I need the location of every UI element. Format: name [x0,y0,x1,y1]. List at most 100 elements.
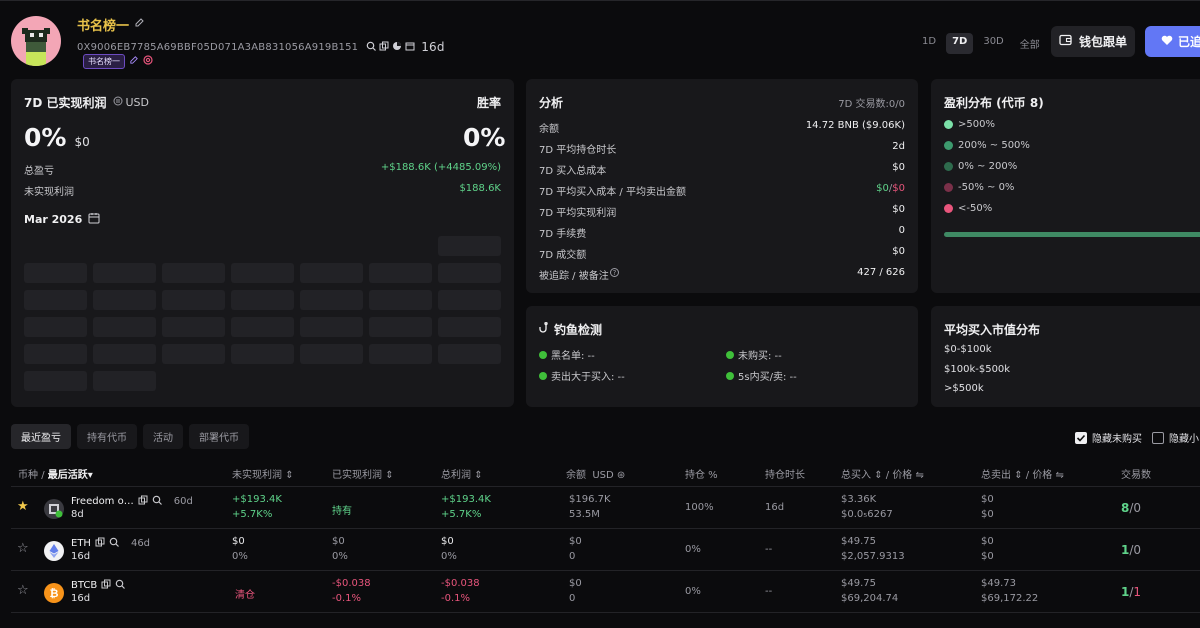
help-icon[interactable]: ? [610,268,619,277]
calendar-day-cell[interactable] [24,317,87,337]
currency-toggle[interactable]: USD [113,96,149,109]
tab-recent-pnl[interactable]: 最近盈亏 [11,424,71,449]
sort-desc-icon[interactable]: ▾ [88,470,93,481]
at-icon[interactable] [143,55,153,68]
hide-unbought-toggle[interactable]: 隐藏未购买 [1075,430,1142,445]
tab-holdings[interactable]: 持有代币 [77,424,137,449]
col-position[interactable]: 持仓 % [685,466,718,481]
star-icon[interactable]: ☆ [17,541,29,556]
checkbox-icon[interactable] [1152,431,1164,444]
token-name[interactable]: ETH [71,538,91,549]
col-total-sell[interactable]: 总卖出 ⇕ / 价格 ⇋ [981,466,1064,481]
copy-icon[interactable] [95,537,105,550]
col-unrealized[interactable]: 未实现利润 ⇕ [232,466,294,481]
col-hold-time[interactable]: 持仓时长 [765,466,805,481]
timeframe-7d[interactable]: 7D [946,33,974,54]
swap-icon[interactable]: ⊛ [617,470,625,481]
sort-icon[interactable]: ⇕ [285,470,293,481]
avg-buy-price: $2,057.9313 [841,551,905,562]
sort-icon[interactable]: ⇕ [385,470,393,481]
calendar-day-cell[interactable] [369,344,432,364]
distribution-legend-item: -50% ~ 0% [944,182,1014,193]
calendar-day-cell[interactable] [162,263,225,283]
calendar-day-cell[interactable] [162,317,225,337]
chart-pie-icon[interactable] [392,41,402,54]
calendar-day-cell[interactable] [438,290,501,310]
calendar-day-cell[interactable] [369,317,432,337]
calendar-day-cell[interactable] [231,290,294,310]
calendar-day-cell[interactable] [300,344,363,364]
timeframe-all[interactable]: 全部 [1014,33,1046,54]
calendar-day-cell[interactable] [93,317,156,337]
avg-buy-mcap-card: 平均买入市值分布 $0-$100k $100k-$500k >$500k [931,306,1200,407]
search-icon[interactable] [152,495,162,508]
col-balance[interactable]: 余额 USD ⊛ [566,466,625,481]
tab-deployed[interactable]: 部署代币 [189,424,249,449]
calendar-day-cell[interactable] [369,263,432,283]
calendar-day-cell[interactable] [24,371,87,391]
col-realized[interactable]: 已实现利润 ⇕ [332,466,394,481]
calendar-day-cell[interactable] [231,317,294,337]
star-icon[interactable]: ☆ [17,583,29,598]
calendar-day-cell[interactable] [24,290,87,310]
col-last-active[interactable]: 最后活跃 [48,470,88,481]
wallet-address[interactable]: 0X9006EB7785A69BBF05D071A3AB831056A919B1… [77,42,358,53]
calendar-day-cell[interactable] [300,290,363,310]
calendar-day-cell[interactable] [93,344,156,364]
calendar-day-cell[interactable] [93,290,156,310]
calendar-day-cell[interactable] [438,344,501,364]
col-trades[interactable]: 交易数 [1121,466,1151,481]
follow-button[interactable]: 已追 [1145,26,1200,57]
sort-icon[interactable]: ⇕ [1014,470,1022,481]
calendar-month[interactable]: Mar 2026 [24,212,100,227]
copy-icon[interactable] [379,41,389,54]
calendar-day-cell[interactable] [438,263,501,283]
analysis-row-label: 7D 平均买入成本 / 平均卖出金额 [539,187,686,198]
calendar-day-cell[interactable] [438,317,501,337]
wallet-copy-trade-button[interactable]: 钱包跟单 [1051,26,1135,57]
col-realized-label: 已实现利润 [332,470,382,481]
sort-icon[interactable]: ⇕ [474,470,482,481]
calendar-day-cell[interactable] [300,263,363,283]
token-name[interactable]: Freedom o… [71,496,134,507]
calendar-day-cell[interactable] [438,236,501,256]
token-age: 60d [173,496,193,507]
star-filled-icon[interactable]: ★ [17,499,29,514]
calendar-day-cell[interactable] [93,371,156,391]
search-icon[interactable] [115,579,126,592]
calendar-day-cell[interactable] [231,344,294,364]
calendar-day-cell[interactable] [93,263,156,283]
edit-tag-icon[interactable] [129,55,139,68]
calendar-day-cell[interactable] [162,290,225,310]
unrealized-label: 未实现利润 [24,187,74,198]
calendar-day-cell[interactable] [369,290,432,310]
phishing-title-text: 钓鱼检测 [554,323,603,337]
copy-icon[interactable] [138,495,148,508]
sort-icon[interactable]: ⇕ [874,470,882,481]
timeframe-1d[interactable]: 1D [916,33,942,54]
col-coin[interactable]: 币种 / 最后活跃▾ [18,466,93,481]
calendar-day-cell[interactable] [162,344,225,364]
wallet-address-row: 0X9006EB7785A69BBF05D071A3AB831056A919B1… [77,40,445,54]
calendar-icon [88,212,100,227]
swap-icon[interactable]: ⇋ [1056,470,1064,481]
calendar-day-cell[interactable] [24,344,87,364]
copy-icon[interactable] [101,579,111,592]
token-name[interactable]: BTCB [71,580,97,591]
col-total-buy[interactable]: 总买入 ⇕ / 价格 ⇋ [841,466,924,481]
tab-activity[interactable]: 活动 [143,424,183,449]
timeframe-30d[interactable]: 30D [977,33,1009,54]
edit-icon[interactable] [134,17,145,32]
swap-icon[interactable]: ⇋ [916,470,924,481]
search-icon[interactable] [366,41,377,54]
checkbox-checked-icon[interactable] [1075,431,1087,444]
calendar-day-cell[interactable] [231,263,294,283]
col-total[interactable]: 总利润 ⇕ [441,466,483,481]
hide-small-toggle[interactable]: 隐藏小 [1152,430,1199,445]
col-balance-unit[interactable]: USD [592,470,613,481]
calendar-day-cell[interactable] [24,263,87,283]
unrealized-value: $188.6K [459,183,501,194]
search-icon[interactable] [109,537,119,550]
calendar-day-cell[interactable] [300,317,363,337]
row-divider [11,612,1200,613]
